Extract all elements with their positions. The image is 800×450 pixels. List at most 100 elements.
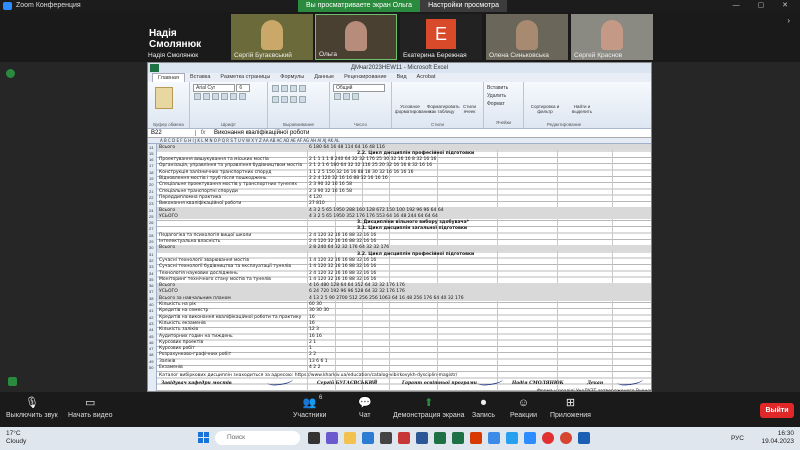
row-number[interactable]: 15	[149, 151, 153, 156]
row-number[interactable]: 36	[149, 283, 153, 288]
merge-button[interactable]	[299, 96, 306, 103]
weather-widget[interactable]: 17°C Cloudy	[6, 430, 26, 446]
row-number[interactable]: 30	[149, 245, 153, 250]
border-button[interactable]	[221, 93, 228, 100]
italic-button[interactable]	[203, 93, 210, 100]
row-title-cell[interactable]: Сучасні технології зварювання мостів	[159, 258, 249, 263]
row-values[interactable]: 2 2	[309, 352, 316, 357]
formula-input[interactable]: Виконання кваліфікаційної роботи	[210, 130, 309, 136]
align-right-button[interactable]	[290, 96, 297, 103]
share-screen-button[interactable]: ⬆ Демонстрация экрана	[393, 397, 465, 419]
row-values[interactable]: 4 3 2 5 65 1950 288 160 128 672 150 100 …	[309, 208, 444, 213]
row-title-cell[interactable]: УСЬОГО	[159, 289, 178, 294]
row-number[interactable]: 38	[149, 296, 153, 301]
tab-data[interactable]: Данные	[309, 73, 339, 82]
row-title-cell[interactable]: Аудиторних годин на тиждень	[159, 334, 233, 339]
record-button[interactable]: ⏺ Запись	[472, 397, 495, 419]
cell-grid[interactable]: Всього 6 180 64 16 48 114 64 16 48 116 2.2…	[157, 144, 651, 391]
row-values[interactable]: 2 1 2 1 6 180 64 32 32 116 25 20 32 16 1…	[309, 163, 432, 168]
view-options-button[interactable]: Настройки просмотра	[420, 0, 507, 12]
row-number[interactable]: 25	[149, 214, 153, 219]
row-title-cell[interactable]: Виконання кваліфікаційної роботи	[159, 201, 241, 206]
participant-tile[interactable]: Ольга	[315, 14, 397, 60]
align-top-button[interactable]	[272, 85, 279, 92]
row-values[interactable]: 16	[309, 315, 315, 320]
row-title-cell[interactable]: Спеціальне транспортні споруди	[159, 189, 238, 194]
start-video-button[interactable]: ▭ Начать видео	[68, 397, 112, 419]
participants-button[interactable]: 👥 Участники 6	[293, 395, 326, 419]
bold-button[interactable]	[194, 93, 201, 100]
row-values[interactable]: 1 4 120 32 16 16 88 32 16 16	[309, 277, 376, 282]
annotate-pencil-icon[interactable]	[8, 377, 17, 386]
row-number[interactable]: 48	[149, 352, 153, 357]
font-color-button[interactable]	[239, 93, 246, 100]
row-values[interactable]: 1 4 120 32 16 16 88 32 16 16	[309, 264, 376, 269]
tab-acrobat[interactable]: Acrobat	[412, 73, 441, 82]
gallery-next-icon[interactable]: ›	[787, 16, 790, 25]
row-title-cell[interactable]: Організація, управління та управління бу…	[159, 163, 302, 168]
conditional-format-button[interactable]: Условное форматирование	[395, 84, 431, 126]
edge-icon[interactable]	[362, 432, 374, 444]
row-title-cell[interactable]: Кількість екзаменів	[159, 321, 206, 326]
row-values[interactable]: 4 16 480 128 64 64 352 64 32 32 176 176	[309, 283, 405, 288]
font-name-select[interactable]: Arial Cyr	[193, 84, 235, 92]
row-number[interactable]: 50	[149, 365, 153, 370]
chat-button[interactable]: 💬 Чат	[358, 397, 372, 419]
row-values[interactable]: 13 6 6 1	[309, 359, 328, 364]
row-number[interactable]: 24	[149, 208, 153, 213]
row-number[interactable]: 21	[149, 189, 153, 194]
row-title-cell[interactable]: Моніторинг технічного стану мостів та ту…	[159, 277, 271, 282]
row-number[interactable]: 18	[149, 170, 153, 175]
find-select-button[interactable]: Найти и выделить	[567, 84, 597, 126]
row-title-cell[interactable]: Всього за навчальним планом	[159, 296, 231, 301]
excel-taskbar-icon[interactable]	[434, 432, 446, 444]
row-values[interactable]: 2 8 240 64 32 32 176 64 32 32 176	[309, 245, 389, 250]
row-number[interactable]: 16	[149, 157, 153, 162]
chrome-icon[interactable]	[560, 432, 572, 444]
row-values[interactable]: 16	[309, 321, 315, 326]
row-values[interactable]: 1 4 120 32 16 16 88 32 16 16	[309, 258, 376, 263]
row-number[interactable]: 46	[149, 340, 153, 345]
row-number[interactable]: 19	[149, 176, 153, 181]
spreadsheet[interactable]: A B C D E F G H I J K L M N O P Q R S T …	[148, 138, 651, 391]
section-heading[interactable]: 3. Дисципліни вільного вибору здобувача*	[357, 220, 469, 225]
teams-icon[interactable]	[326, 432, 338, 444]
format-table-button[interactable]: Форматировать как таблицу	[427, 84, 460, 126]
wrap-button[interactable]	[299, 85, 306, 92]
format-cells-button[interactable]: Формат	[487, 100, 520, 108]
fx-icon[interactable]: fx	[196, 130, 210, 136]
row-title-cell[interactable]: Екзаменів	[159, 365, 183, 370]
row-title-cell[interactable]: Всього	[159, 245, 175, 250]
delete-cells-button[interactable]: Удалить	[487, 92, 520, 100]
zoom-taskbar-icon[interactable]	[524, 432, 536, 444]
store-icon[interactable]	[380, 432, 392, 444]
participant-tile[interactable]: Сергей Краснов	[571, 14, 653, 60]
acrobat-icon[interactable]	[470, 432, 482, 444]
row-title-cell[interactable]: Всього	[159, 208, 175, 213]
photos-icon[interactable]	[488, 432, 500, 444]
row-values[interactable]: 4 13 2 5 90 2700 512 256 256 1063 64 16 …	[309, 296, 464, 301]
tab-home[interactable]: Главная	[152, 73, 185, 82]
row-number[interactable]: 45	[149, 334, 153, 339]
row-title-cell[interactable]: Кількість заліків	[159, 327, 198, 332]
powerpoint-icon[interactable]	[398, 432, 410, 444]
opera-icon[interactable]	[542, 432, 554, 444]
row-values[interactable]: 2 4 120 32 16 16 88 32 16 16	[309, 271, 376, 276]
cell-styles-button[interactable]: Стили ячеек	[459, 84, 480, 126]
row-number[interactable]: 44	[149, 327, 153, 332]
row-values[interactable]: 2 3 90 32 16 16 58	[309, 182, 352, 187]
outlook-icon[interactable]	[578, 432, 590, 444]
name-box[interactable]: B22	[148, 130, 196, 136]
row-number[interactable]: 28	[149, 233, 153, 238]
apps-button[interactable]: ⊞ Приложения	[550, 397, 591, 419]
row-title-cell[interactable]: Проектування вишукування та міських мост…	[159, 157, 269, 162]
row-title-cell[interactable]: Кредитів на семестр	[159, 308, 208, 313]
row-values[interactable]: 2 1	[309, 340, 316, 345]
align-left-button[interactable]	[272, 96, 279, 103]
reactions-button[interactable]: ☺ Реакции	[510, 397, 537, 419]
row-values[interactable]: 6 180 64 16 48 114 64 16 48 116	[309, 145, 385, 150]
excel-taskbar-icon[interactable]	[452, 432, 464, 444]
participant-tile[interactable]: Олена Синьковська	[486, 14, 568, 60]
fill-color-button[interactable]	[230, 93, 237, 100]
row-title-cell[interactable]: Відновлення мостів і труб після пошкодже…	[159, 176, 267, 181]
